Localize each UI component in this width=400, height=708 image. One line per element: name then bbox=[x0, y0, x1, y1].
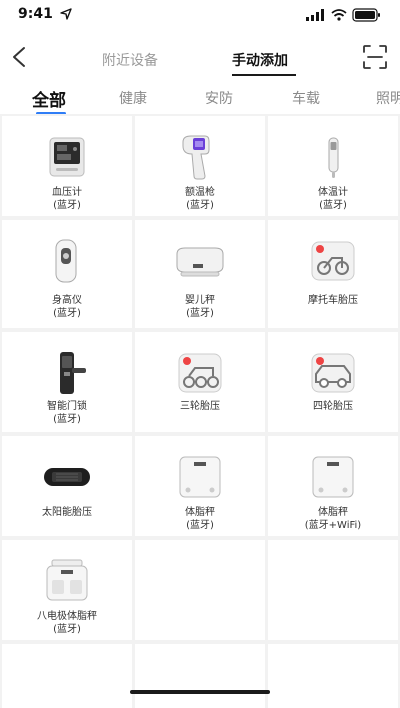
device-name: 身高仪 bbox=[52, 295, 82, 306]
eight-electrode-scale-icon bbox=[46, 559, 88, 601]
device-name: 婴儿秤 bbox=[185, 295, 215, 306]
status-time: 9:41 bbox=[18, 6, 53, 22]
category-tab-health[interactable]: 健康 bbox=[119, 88, 147, 108]
empty-grid-cell bbox=[268, 644, 398, 708]
device-height-meter[interactable]: 身高仪 (蓝牙) bbox=[2, 220, 132, 328]
device-connectivity: (蓝牙) bbox=[53, 200, 81, 211]
device-tricycle-tire-pressure[interactable]: 三轮胎压 bbox=[135, 332, 265, 432]
scan-icon[interactable] bbox=[362, 44, 388, 70]
category-tab-lighting[interactable]: 照明 bbox=[376, 88, 400, 108]
tab-nearby-devices[interactable]: 附近设备 bbox=[102, 50, 158, 70]
active-tab-indicator bbox=[232, 74, 296, 76]
category-tab-security[interactable]: 安防 bbox=[205, 88, 233, 108]
device-grid: 血压计 (蓝牙) 额温枪 (蓝牙) 体温计 (蓝牙) 身高仪 (蓝牙) 婴儿秤 … bbox=[0, 114, 400, 708]
empty-grid-cell bbox=[135, 540, 265, 640]
device-name: 体脂秤 bbox=[318, 507, 348, 518]
device-body-fat-scale-wifi[interactable]: 体脂秤 (蓝牙+WiFi) bbox=[268, 436, 398, 536]
device-connectivity: (蓝牙) bbox=[53, 308, 81, 319]
device-thermometer[interactable]: 体温计 (蓝牙) bbox=[268, 116, 398, 216]
back-arrow-icon[interactable] bbox=[4, 40, 34, 74]
empty-grid-cell bbox=[2, 644, 132, 708]
device-solar-tire-pressure[interactable]: 太阳能胎压 bbox=[2, 436, 132, 536]
category-tab-all[interactable]: 全部 bbox=[32, 86, 66, 111]
device-connectivity: (蓝牙) bbox=[53, 414, 81, 425]
status-icons bbox=[306, 8, 380, 22]
device-name: 体脂秤 bbox=[185, 507, 215, 518]
device-name: 智能门锁 bbox=[47, 401, 87, 412]
battery-icon bbox=[352, 8, 380, 22]
smart-door-lock-icon bbox=[60, 352, 86, 394]
device-name: 三轮胎压 bbox=[180, 401, 220, 412]
car-tire-pressure-icon bbox=[311, 353, 355, 393]
category-tab-vehicle[interactable]: 车载 bbox=[292, 88, 320, 108]
top-navigation: 附近设备 手动添加 bbox=[0, 36, 400, 80]
device-name: 摩托车胎压 bbox=[308, 295, 358, 306]
device-name: 血压计 bbox=[52, 187, 82, 198]
empty-grid-cell bbox=[135, 644, 265, 708]
device-connectivity: (蓝牙) bbox=[319, 200, 347, 211]
thermometer-icon bbox=[328, 137, 339, 178]
device-name: 四轮胎压 bbox=[313, 401, 353, 412]
solar-tire-pressure-icon bbox=[44, 468, 90, 486]
device-connectivity: (蓝牙) bbox=[186, 308, 214, 319]
device-eight-electrode-scale[interactable]: 八电极体脂秤 (蓝牙) bbox=[2, 540, 132, 640]
device-name: 额温枪 bbox=[185, 187, 215, 198]
device-name: 八电极体脂秤 bbox=[37, 611, 97, 622]
device-connectivity: (蓝牙) bbox=[186, 200, 214, 211]
device-name: 体温计 bbox=[318, 187, 348, 198]
wifi-icon bbox=[331, 9, 347, 21]
empty-grid-cell bbox=[268, 540, 398, 640]
category-tabs: 全部 健康 安防 车载 照明 bbox=[0, 82, 400, 116]
device-name: 太阳能胎压 bbox=[42, 507, 92, 518]
home-indicator[interactable] bbox=[130, 690, 270, 694]
body-fat-scale-icon bbox=[179, 456, 221, 498]
device-connectivity: (蓝牙) bbox=[53, 624, 81, 635]
device-connectivity: (蓝牙) bbox=[186, 520, 214, 531]
device-car-tire-pressure[interactable]: 四轮胎压 bbox=[268, 332, 398, 432]
device-baby-scale[interactable]: 婴儿秤 (蓝牙) bbox=[135, 220, 265, 328]
signal-icon bbox=[306, 9, 324, 21]
blood-pressure-monitor-icon bbox=[49, 137, 85, 177]
forehead-thermometer-icon bbox=[182, 135, 210, 180]
status-bar: 9:41 bbox=[0, 0, 400, 34]
device-blood-pressure-monitor[interactable]: 血压计 (蓝牙) bbox=[2, 116, 132, 216]
body-fat-scale-wifi-icon bbox=[312, 456, 354, 498]
device-smart-door-lock[interactable]: 智能门锁 (蓝牙) bbox=[2, 332, 132, 432]
motorcycle-tire-pressure-icon bbox=[311, 241, 355, 281]
device-motorcycle-tire-pressure[interactable]: 摩托车胎压 bbox=[268, 220, 398, 328]
height-meter-icon bbox=[55, 239, 77, 283]
location-arrow-icon bbox=[60, 8, 72, 20]
baby-scale-icon bbox=[176, 247, 224, 277]
device-body-fat-scale[interactable]: 体脂秤 (蓝牙) bbox=[135, 436, 265, 536]
tricycle-tire-pressure-icon bbox=[178, 353, 222, 393]
device-forehead-thermometer[interactable]: 额温枪 (蓝牙) bbox=[135, 116, 265, 216]
tab-manual-add[interactable]: 手动添加 bbox=[232, 50, 288, 70]
device-connectivity: (蓝牙+WiFi) bbox=[304, 520, 362, 531]
